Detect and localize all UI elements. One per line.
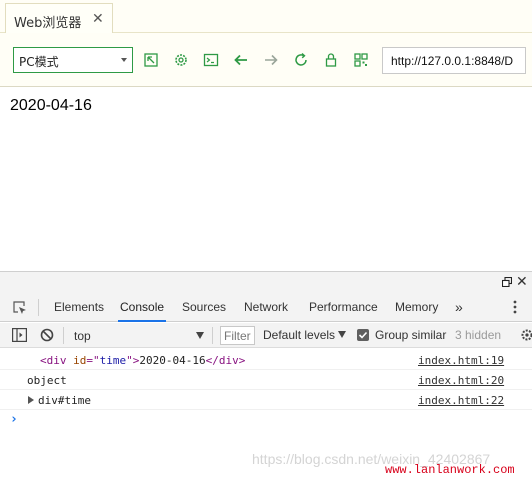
console-message-text: div#time (28, 394, 91, 407)
chevron-down-icon (196, 332, 204, 339)
arrow-right-icon[interactable] (261, 50, 281, 70)
gear-icon[interactable] (520, 328, 532, 342)
devtools-tab-bar: Elements Console Sources Network Perform… (0, 292, 532, 322)
browser-tab-bar: Web浏览器 ✕ (0, 0, 532, 34)
browser-toolbar: PC模式 http://127.0.0.1:8848/D (0, 33, 532, 87)
console-source-link[interactable]: index.html:19 (418, 354, 504, 367)
context-select[interactable]: top (74, 328, 206, 344)
console-source-link[interactable]: index.html:20 (418, 374, 504, 387)
expand-triangle-icon[interactable] (28, 396, 34, 404)
toolbar-divider (63, 327, 64, 344)
clear-console-icon[interactable] (40, 328, 54, 342)
arrow-left-icon[interactable] (231, 50, 251, 70)
refresh-icon[interactable] (291, 50, 311, 70)
console-filter-bar: top Filter Default levels Group similar … (0, 323, 532, 348)
console-message[interactable]: div#time index.html:22 (0, 390, 532, 410)
undock-icon[interactable] (501, 276, 513, 288)
tab-elements[interactable]: Elements (52, 292, 106, 322)
log-levels-dropdown[interactable]: Default levels (263, 328, 347, 342)
terminal-icon[interactable] (201, 50, 221, 70)
tab-memory[interactable]: Memory (393, 292, 440, 322)
close-icon[interactable]: ✕ (92, 10, 104, 27)
group-similar-label: Group similar (375, 328, 447, 342)
filter-placeholder: Filter (224, 329, 251, 343)
kebab-menu-icon[interactable] (513, 300, 517, 314)
lock-icon[interactable] (321, 50, 341, 70)
tab-console[interactable]: Console (118, 292, 167, 322)
device-mode-value: PC模式 (19, 55, 59, 69)
filter-input[interactable]: Filter (220, 326, 255, 345)
devtools-title-strip: ✕ (0, 272, 532, 292)
toolbar-divider (38, 299, 39, 316)
watermark-site: www.lanlanwork.com (385, 463, 515, 477)
more-tabs-icon[interactable]: » (455, 299, 463, 315)
qrcode-icon[interactable] (351, 50, 371, 70)
hidden-count: 3 hidden (455, 328, 502, 342)
console-message-text: object (27, 374, 67, 387)
tab-performance[interactable]: Performance (307, 292, 380, 322)
toolbar-divider (212, 327, 213, 344)
console-message-text: <div id="time">2020-04-16</div> (40, 354, 246, 367)
console-message[interactable]: <div id="time">2020-04-16</div> index.ht… (0, 350, 532, 370)
url-input[interactable]: http://127.0.0.1:8848/D (382, 47, 526, 74)
group-similar-checkbox[interactable] (357, 329, 369, 341)
console-sidebar-icon[interactable] (12, 328, 28, 343)
browser-tab[interactable]: Web浏览器 ✕ (5, 3, 113, 34)
page-viewport: 2020-04-16 (0, 88, 532, 271)
chevron-down-icon (338, 331, 347, 338)
close-icon[interactable]: ✕ (516, 273, 528, 290)
log-levels-label: Default levels (263, 328, 336, 342)
tab-network[interactable]: Network (242, 292, 290, 322)
devtools-panel: ✕ Elements Console Sources Network Perfo… (0, 271, 532, 478)
console-prompt[interactable]: › (10, 412, 18, 427)
open-external-icon[interactable] (141, 50, 161, 70)
inspect-element-icon[interactable] (12, 300, 28, 316)
url-value: http://127.0.0.1:8848/D (391, 54, 514, 68)
console-message[interactable]: object index.html:20 (0, 370, 532, 390)
device-mode-select[interactable]: PC模式 (13, 47, 133, 73)
chevron-down-icon (121, 58, 127, 62)
time-div: 2020-04-16 (10, 97, 92, 114)
context-value: top (74, 329, 91, 343)
tab-sources[interactable]: Sources (180, 292, 228, 322)
console-source-link[interactable]: index.html:22 (418, 394, 504, 407)
gear-icon[interactable] (171, 50, 191, 70)
browser-tab-title: Web浏览器 (14, 16, 82, 31)
